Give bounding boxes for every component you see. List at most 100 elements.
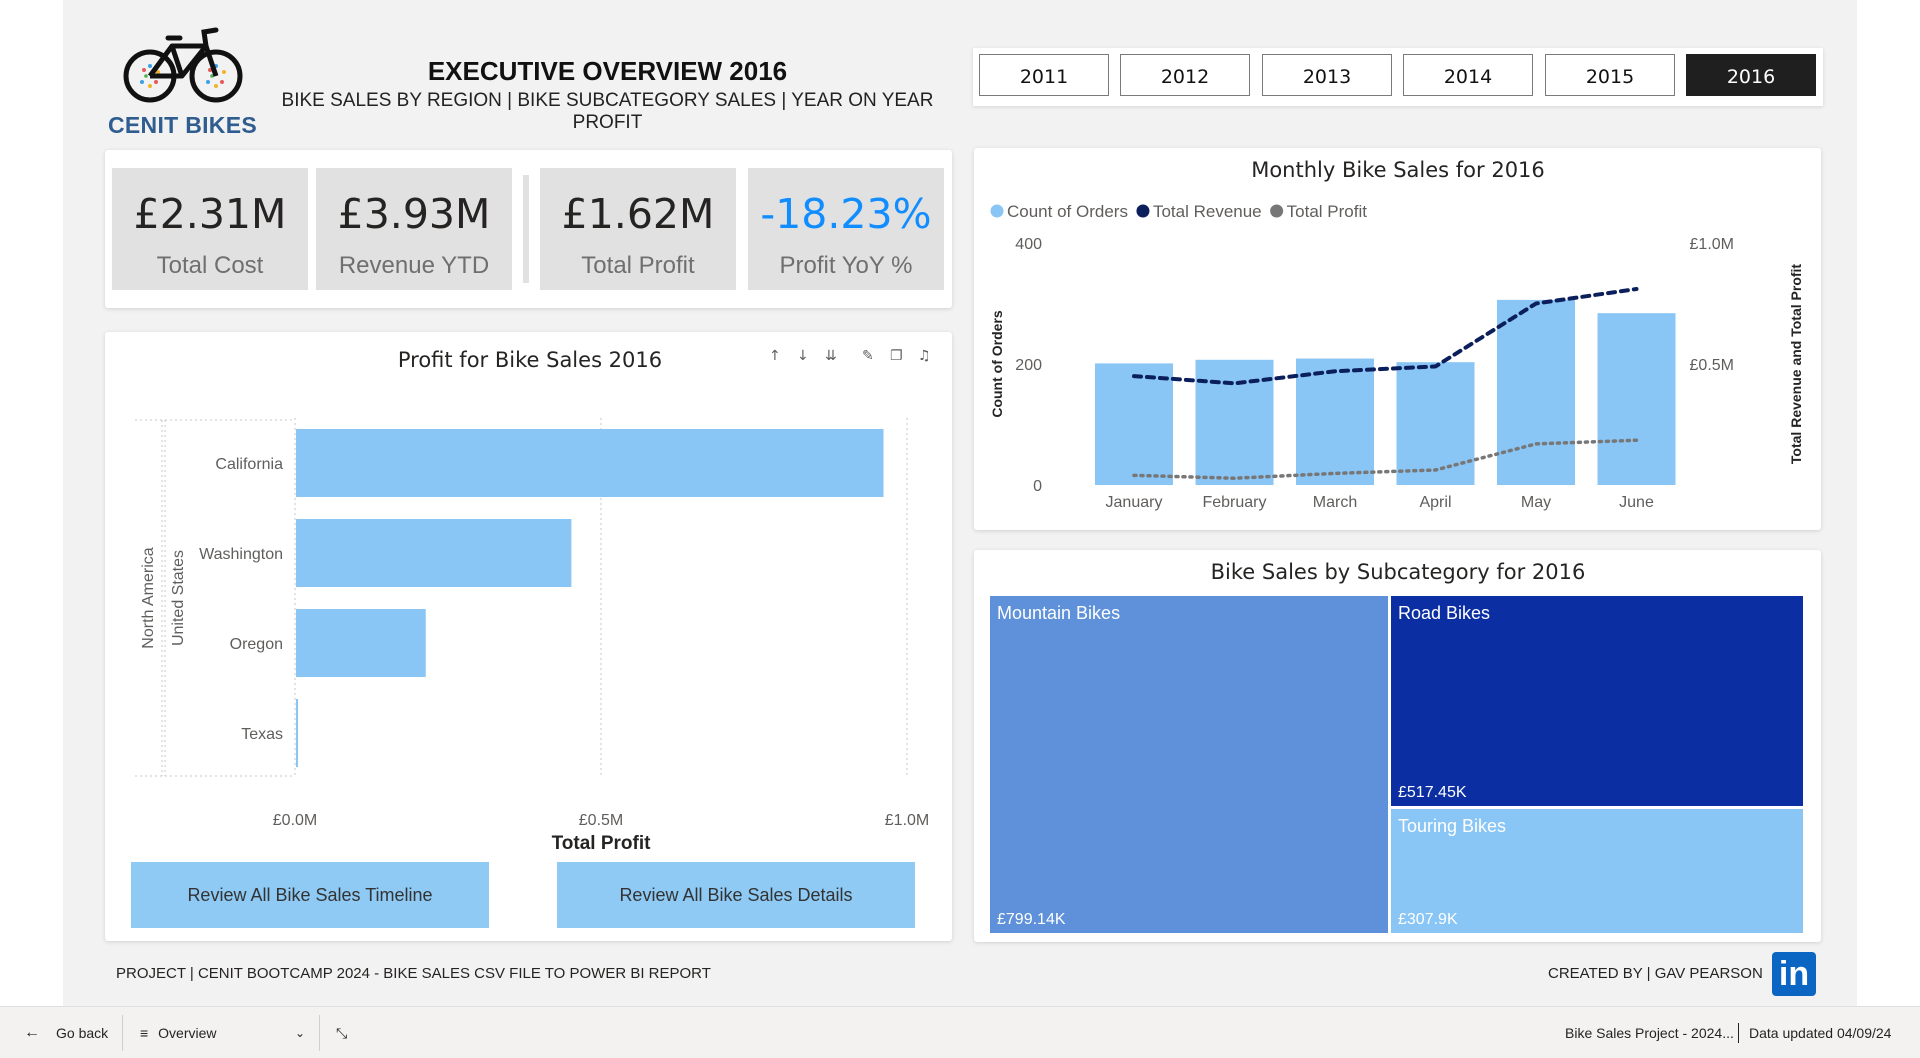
category-label: California [215,456,283,473]
kpi-value: £3.93M [337,190,491,238]
legend-label[interactable]: Total Profit [1287,202,1368,221]
year-button-2015[interactable]: 2015 [1545,54,1675,96]
bell-icon[interactable]: ♫ [918,348,931,364]
arrow-up-icon[interactable]: ↑ [769,348,781,364]
report-name: Bike Sales Project - 2024... [1565,1025,1734,1041]
category-label: Oregon [230,636,283,653]
tile-value: £307.9K [1398,911,1458,928]
menu-icon: ≡ [140,1025,149,1041]
review-timeline-button[interactable]: Review All Bike Sales Timeline [131,862,489,928]
year-button-2014[interactable]: 2014 [1403,54,1533,96]
monthly-combo-chart: Count of Orders Total Revenue Total Profit… [989,202,1804,511]
divider [319,1015,320,1051]
kpi-value: £2.31M [133,190,287,238]
bar-california[interactable] [296,429,884,497]
kpi-value: £1.62M [561,190,715,238]
page-selector[interactable]: ≡ Overview ⌄ [140,1007,305,1058]
linkedin-icon[interactable]: in [1772,952,1816,996]
right-tick-label: £1.0M [1690,236,1734,253]
right-axis-title: Total Revenue and Total Profit [1788,264,1804,465]
project-footer: PROJECT | CENIT BOOTCAMP 2024 - BIKE SAL… [116,965,711,982]
year-button-2013[interactable]: 2013 [1262,54,1392,96]
bar-oregon[interactable] [296,609,426,677]
tile-label: Road Bikes [1398,603,1491,623]
category-label: Texas [241,726,283,743]
bar-march[interactable] [1296,358,1374,485]
page-subtitle: BIKE SALES BY REGION | BIKE SUBCATEGORY … [281,90,934,133]
review-details-button[interactable]: Review All Bike Sales Details [557,862,915,928]
collapse-icon[interactable]: ⤡ [336,1007,347,1058]
legend-marker [1270,204,1284,218]
month-label: March [1313,494,1357,511]
bar-april[interactable] [1396,362,1475,485]
year-button-2011[interactable]: 2011 [979,54,1109,96]
treemap-tile-road-bikes[interactable]: Road Bikes £517.45K [1391,596,1803,806]
created-by-footer: CREATED BY | GAV PEARSON [1548,965,1763,982]
inner-group-label: United States [170,550,187,646]
x-axis-title: Total Profit [552,833,652,854]
kpi-label: Total Cost [156,252,264,279]
go-back-label: Go back [56,1025,109,1041]
month-label: April [1419,494,1451,511]
data-updated: Data updated 04/09/24 [1749,1025,1892,1041]
bar-washington[interactable] [296,519,572,587]
tile-value: £799.14K [997,911,1066,928]
outer-group-label: North America [140,547,157,648]
arrow-left-icon: ← [24,1024,40,1041]
kpi-divider [523,175,529,283]
expand-hierarchy-icon[interactable]: ⇊ [825,348,837,364]
logo-text: CENIT BIKES [108,112,257,138]
left-tick-label: 200 [1015,357,1042,374]
left-tick-label: 0 [1033,478,1042,495]
bar-june[interactable] [1597,313,1676,485]
arrow-down-icon[interactable]: ↓ [797,348,809,364]
divider [1738,1023,1739,1043]
legend-label[interactable]: Total Revenue [1153,202,1262,221]
x-tick-label: £0.0M [273,812,317,829]
month-label: February [1202,494,1266,511]
month-label: January [1106,494,1163,511]
copy-icon[interactable]: ❐ [890,348,903,364]
chevron-down-icon: ⌄ [294,1026,305,1040]
profit-bar-chart: £0.0M £0.5M £1.0M North America United State… [135,418,929,854]
bike-logo-icon [123,27,243,103]
kpi-total-cost: £2.31M Total Cost [112,168,308,290]
category-label: Washington [199,546,283,563]
page-title: EXECUTIVE OVERVIEW 2016 [427,56,788,86]
year-button-2016[interactable]: 2016 [1686,54,1816,96]
legend-marker [990,204,1004,218]
tile-label: Mountain Bikes [997,603,1121,623]
page-selector-label: Overview [158,1025,217,1041]
profit-chart-title: Profit for Bike Sales 2016 [397,348,663,372]
x-tick-label: £1.0M [885,812,929,829]
x-tick-label: £0.5M [579,812,623,829]
legend-marker [1136,204,1150,218]
bar-january[interactable] [1095,363,1173,485]
kpi-total-profit: £1.62M Total Profit [540,168,736,290]
kpi-profit-yoy: -18.23% Profit YoY % [748,168,944,290]
right-tick-label: £0.5M [1690,357,1734,374]
kpi-revenue-ytd: £3.93M Revenue YTD [316,168,512,290]
treemap-tile-touring-bikes[interactable]: Touring Bikes £307.9K [1391,809,1803,933]
monthly-chart-title: Monthly Bike Sales for 2016 [1251,158,1545,182]
divider [122,1015,123,1051]
kpi-label: Profit YoY % [779,252,913,279]
kpi-label: Revenue YTD [338,252,490,279]
legend-label[interactable]: Count of Orders [1007,202,1128,221]
go-back-button[interactable]: ← Go back [24,1007,108,1058]
month-label: May [1521,494,1551,511]
treemap-title: Bike Sales by Subcategory for 2016 [1210,560,1586,584]
bar-may[interactable] [1497,299,1575,485]
bar-texas[interactable] [296,699,298,767]
kpi-value: -18.23% [760,190,932,238]
year-slicer: 2011 2012 2013 2014 2015 2016 [973,48,1823,106]
pin-icon[interactable]: ✎ [862,348,874,364]
left-axis-title: Count of Orders [989,310,1005,418]
treemap-tile-mountain-bikes[interactable]: Mountain Bikes £799.14K [990,596,1388,933]
bar-february[interactable] [1195,359,1274,485]
kpi-label: Total Profit [581,252,695,279]
year-button-2012[interactable]: 2012 [1120,54,1250,96]
month-label: June [1619,494,1654,511]
left-tick-label: 400 [1015,236,1042,253]
report-footer-bar: ← Go back ≡ Overview ⌄ ⤡ Bike Sales Proj… [0,1006,1920,1058]
